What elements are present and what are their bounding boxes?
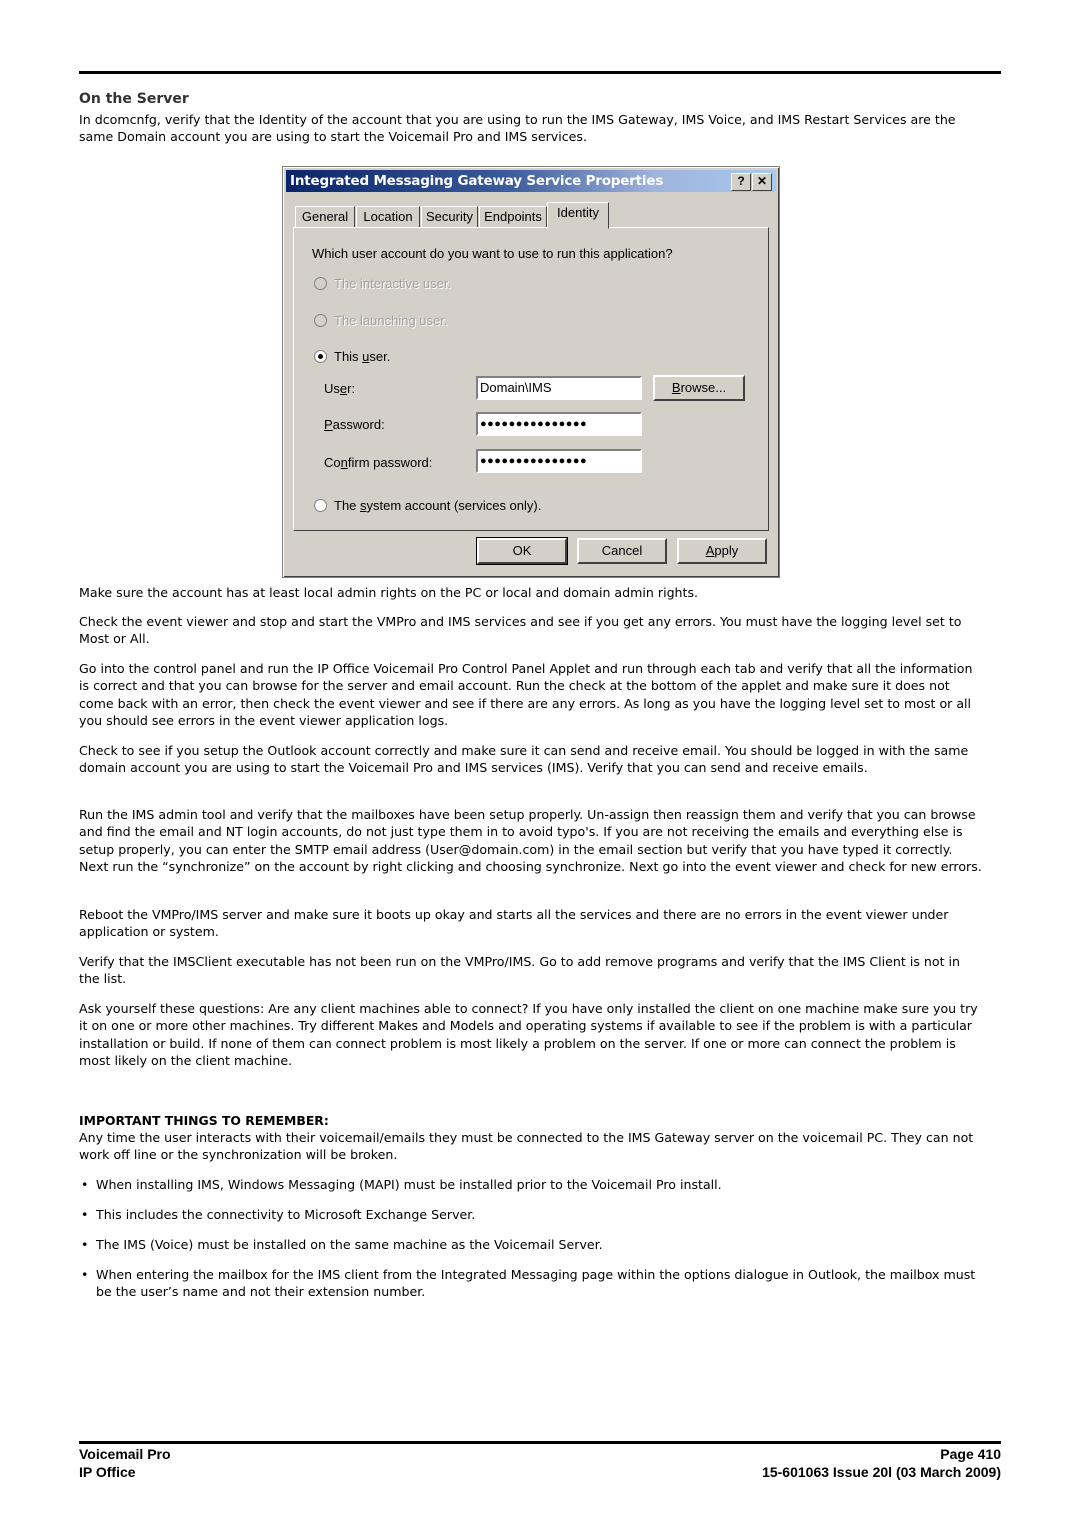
footer-product: Voicemail Pro (79, 1446, 171, 1462)
paragraph: Go into the control panel and run the IP… (79, 661, 973, 729)
intro-paragraph: In dcomcnfg, verify that the Identity of… (79, 112, 956, 145)
password-label: Password: (324, 417, 385, 432)
footer-rule (79, 1441, 1001, 1444)
launching-user-label: The launching user. (334, 313, 448, 328)
browse-button[interactable]: Browse... (653, 375, 745, 401)
list-item: • When entering the mailbox for the IMS … (81, 1267, 976, 1300)
list-item: • This includes the connectivity to Micr… (81, 1207, 476, 1222)
paragraph: Run the IMS admin tool and verify that t… (79, 807, 982, 875)
cancel-button[interactable]: Cancel (577, 538, 667, 564)
dialog-titlebar: Integrated Messaging Gateway Service Pro… (286, 170, 776, 192)
tab-location[interactable]: Location (356, 206, 420, 228)
confirm-password-label: Confirm password: (324, 455, 433, 470)
radio-system-account[interactable] (314, 499, 327, 512)
radio-interactive-user[interactable] (314, 277, 327, 290)
paragraph: Ask yourself these questions: Are any cl… (79, 1001, 978, 1069)
tab-security[interactable]: Security (421, 206, 478, 228)
list-item: • When installing IMS, Windows Messaging… (81, 1177, 722, 1192)
section-title: On the Server (79, 91, 189, 107)
close-icon[interactable]: ✕ (752, 173, 772, 191)
paragraph: Make sure the account has at least local… (79, 585, 699, 600)
list-item: • The IMS (Voice) must be installed on t… (81, 1237, 603, 1252)
important-paragraph: Any time the user interacts with their v… (79, 1130, 974, 1163)
paragraph: Check to see if you setup the Outlook ac… (79, 743, 969, 776)
confirm-password-input[interactable]: ●●●●●●●●●●●●●●● (476, 449, 642, 473)
paragraph: Verify that the IMSClient executable has… (79, 954, 960, 987)
password-input[interactable]: ●●●●●●●●●●●●●●● (476, 412, 642, 436)
question-label: Which user account do you want to use to… (312, 246, 673, 261)
bullet-icon: • (81, 1267, 89, 1282)
identity-panel: Which user account do you want to use to… (293, 227, 769, 531)
bullet-icon: • (81, 1207, 89, 1222)
important-heading: IMPORTANT THINGS TO REMEMBER: (79, 1113, 329, 1128)
bullet-icon: • (81, 1177, 89, 1192)
tab-identity[interactable]: Identity (547, 202, 609, 229)
header-rule (79, 71, 1001, 74)
footer-issue: 15-601063 Issue 20l (03 March 2009) (762, 1464, 1001, 1480)
footer-page-number: Page 410 (940, 1446, 1001, 1462)
this-user-label: This user. (334, 349, 391, 364)
apply-button[interactable]: Apply (677, 538, 767, 564)
interactive-user-label: The interactive user. (334, 276, 452, 291)
user-label: User: (324, 381, 356, 396)
paragraph: Check the event viewer and stop and star… (79, 614, 962, 647)
paragraph: Reboot the VMPro/IMS server and make sur… (79, 907, 949, 940)
dialog-title: Integrated Messaging Gateway Service Pro… (290, 173, 664, 189)
ok-button[interactable]: OK (476, 537, 568, 565)
bullet-icon: • (81, 1237, 89, 1252)
radio-launching-user[interactable] (314, 314, 327, 327)
footer-system: IP Office (79, 1464, 136, 1480)
user-input[interactable]: Domain\IMS (476, 376, 642, 400)
system-account-label: The system account (services only). (334, 498, 542, 513)
properties-dialog: Integrated Messaging Gateway Service Pro… (282, 166, 780, 578)
tab-endpoints[interactable]: Endpoints (479, 206, 547, 228)
help-icon[interactable]: ? (731, 173, 751, 191)
tab-general[interactable]: General (295, 206, 355, 228)
radio-this-user[interactable] (314, 350, 327, 363)
